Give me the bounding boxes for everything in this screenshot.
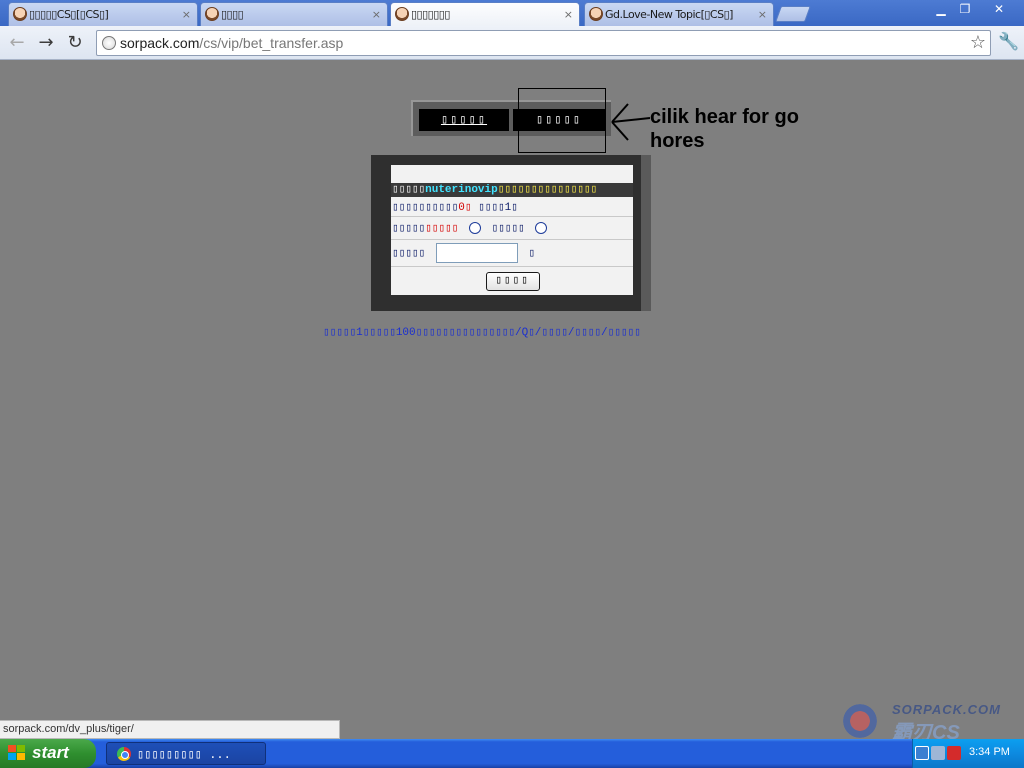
watermark-logo-icon [838,704,882,738]
address-bar[interactable]: sorpack.com/cs/vip/bet_transfer.asp ☆ [96,30,991,56]
tab-3-active[interactable]: ▯▯▯▯▯▯▯ × [390,2,580,26]
direction-radio-2[interactable] [535,222,548,235]
balance-row: ▯▯▯▯▯▯▯▯▯▯0▯ ▯▯▯▯1▯ [391,199,633,217]
direction-label-2: ▯▯▯▯▯ [491,223,525,235]
status-bar: sorpack.com/dv_plus/tiger/ [0,720,340,739]
direction-row: ▯▯▯▯▯▯▯▯▯▯ ▯▯▯▯▯ [391,218,633,240]
amount-input[interactable] [435,243,518,264]
rate-text: ▯▯▯▯1▯ [478,202,518,214]
submit-row: ▯▯▯▯ [391,268,633,294]
flag-green [17,745,25,752]
annotation-highlight-box [518,88,606,153]
tab-1[interactable]: ▯▯▯▯▯CS▯[▯CS▯] × [8,2,198,26]
wrench-icon[interactable]: 🔧 [998,32,1019,52]
close-tab-icon[interactable]: × [182,8,191,21]
clock[interactable]: 3:34 PM [969,746,1010,758]
annotation-text: cilik hear for go hores [650,106,799,152]
new-tab-button[interactable] [775,6,811,22]
notice-text: ▯▯▯▯▯1▯▯▯▯▯100▯▯▯▯▯▯▯▯▯▯▯▯▯▯▯/Q▯/▯▯▯▯/▯▯… [323,327,641,339]
taskbar-chrome-window[interactable]: ▯▯▯▯▯▯▯▯▯ ... [106,742,266,765]
close-window-icon[interactable]: ✕ [988,1,1010,17]
flag-blue [8,753,16,760]
amount-suffix: ▯ [528,248,535,260]
tab-title: ▯▯▯▯▯▯▯ [411,8,450,21]
minimize-icon[interactable]: ▁ [930,1,952,17]
url-path: /cs/vip/bet_transfer.asp [199,35,344,51]
windows-flag-icon [8,745,26,761]
sorpack-watermark: SORPACK.COM 霸刃CS [832,700,1022,744]
close-tab-icon[interactable]: × [564,8,573,21]
start-label: start [32,743,69,762]
network-icon[interactable] [931,746,945,760]
annotation-arrow-icon [611,103,651,141]
favicon-icon [13,7,27,21]
task-label: ▯▯▯▯▯▯▯▯▯ ... [137,748,231,762]
browser-toolbar: ← → ↻ sorpack.com/cs/vip/bet_transfer.as… [0,26,1024,60]
chrome-icon [117,747,131,761]
form-header: ▯▯▯▯▯nuterinovip▯▯▯▯▯▯▯▯▯▯▯▯▯▯▯ [391,183,633,197]
amount-row: ▯▯▯▯▯ ▯ [391,241,633,267]
favicon-icon [589,7,603,21]
header-suffix: ▯▯▯▯▯▯▯▯▯▯▯▯▯▯▯ [497,184,598,196]
direction-red-text: ▯▯▯▯▯ [425,223,459,235]
favicon-icon [395,7,409,21]
taskbar: start ▯▯▯▯▯▯▯▯▯ ... 3:34 PM [0,739,1024,768]
tray-expand-icon[interactable] [915,746,929,760]
forward-icon[interactable]: → [34,31,58,55]
flag-red [8,745,16,752]
tab-strip: ▯▯▯▯▯CS▯[▯CS▯] × ▯▯▯▯ × ▯▯▯▯▯▯▯ × Gd.Lov… [0,0,1024,26]
transfer-form: ▯▯▯▯▯nuterinovip▯▯▯▯▯▯▯▯▯▯▯▯▯▯▯ ▯▯▯▯▯▯▯▯… [371,155,651,311]
bookmark-star-icon[interactable]: ☆ [970,32,986,53]
qq-tray-icon[interactable] [947,746,961,760]
flag-yellow [17,753,25,760]
back-icon[interactable]: ← [5,31,29,55]
tab-title: ▯▯▯▯▯CS▯[▯CS▯] [29,8,109,21]
balance-value: 0▯ [458,202,472,214]
tab-2[interactable]: ▯▯▯▯ × [200,2,388,26]
close-tab-icon[interactable]: × [758,8,767,21]
balance-label: ▯▯▯▯▯▯▯▯▯▯ [392,202,459,214]
url-host: sorpack.com [120,35,200,51]
close-tab-icon[interactable]: × [372,8,381,21]
amount-label: ▯▯▯▯▯ [392,248,426,260]
nav-button-1[interactable]: ▯▯▯▯▯ [419,109,509,131]
page-content: ▯▯▯▯▯ ▯▯▯▯▯ cilik hear for go hores ▯▯▯▯… [0,60,1024,720]
direction-label-1: ▯▯▯▯▯ [392,223,426,235]
start-button[interactable]: start [0,739,96,768]
username: nuterinovip [425,184,498,196]
tab-4[interactable]: Gd.Love-New Topic[▯CS▯] × [584,2,774,26]
favicon-icon [205,7,219,21]
tab-title: Gd.Love-New Topic[▯CS▯] [605,8,733,21]
reload-icon[interactable]: ↻ [63,31,87,55]
restore-icon[interactable]: ❐ [954,1,976,17]
url-text: sorpack.com/cs/vip/bet_transfer.asp [120,35,343,51]
tab-title: ▯▯▯▯ [221,8,244,21]
globe-icon [102,36,116,50]
submit-button[interactable]: ▯▯▯▯ [485,272,540,291]
direction-radio-1[interactable] [468,222,481,235]
watermark-top-text: SORPACK.COM [892,702,1001,717]
system-tray: 3:34 PM [912,739,1024,768]
header-prefix: ▯▯▯▯▯ [392,184,426,196]
